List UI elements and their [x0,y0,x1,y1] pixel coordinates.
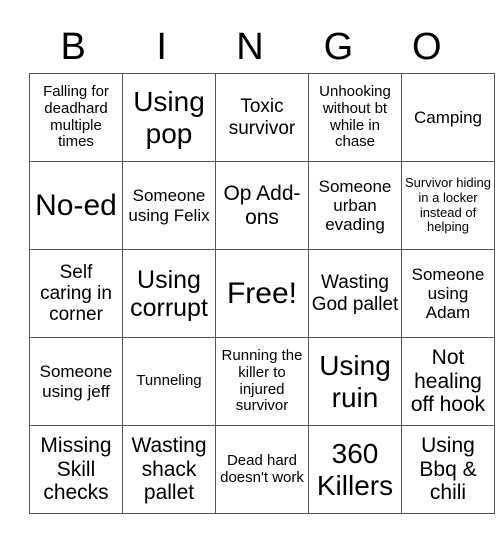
bingo-cell[interactable]: Using Bbq & chili [401,425,495,514]
bingo-header: B I N G O [29,22,471,72]
bingo-cell[interactable]: Camping [401,73,495,162]
bingo-cell[interactable]: Someone using Adam [401,249,495,338]
bingo-cell[interactable]: Toxic survivor [215,73,309,162]
board-row: Someone using jeff Tunneling Running the… [29,337,495,426]
bingo-cell[interactable]: Someone using Felix [122,161,216,250]
bingo-cell[interactable]: Using ruin [308,337,402,426]
header-letter-g: G [323,26,354,68]
board-row: Self caring in corner Using corrupt Free… [29,249,495,338]
bingo-cell[interactable]: Unhooking without bt while in chase [308,73,402,162]
bingo-board: Falling for deadhard multiple times Usin… [29,73,495,514]
header-letter-n: N [236,26,264,68]
bingo-cell[interactable]: Missing Skill checks [29,425,123,514]
board-row: Missing Skill checks Wasting shack palle… [29,425,495,514]
bingo-cell[interactable]: Survivor hiding in a locker instead of h… [401,161,495,250]
bingo-cell[interactable]: Wasting shack pallet [122,425,216,514]
header-letter-i: I [156,26,167,68]
bingo-cell[interactable]: Running the killer to injured survivor [215,337,309,426]
bingo-cell[interactable]: No-ed [29,161,123,250]
bingo-cell[interactable]: Dead hard doesn't work [215,425,309,514]
bingo-cell[interactable]: Wasting God pallet [308,249,402,338]
bingo-cell[interactable]: Self caring in corner [29,249,123,338]
board-row: Falling for deadhard multiple times Usin… [29,73,495,162]
header-letter-b: B [60,26,86,68]
bingo-cell[interactable]: Using corrupt [122,249,216,338]
bingo-cell[interactable]: Not healing off hook [401,337,495,426]
bingo-cell[interactable]: Using pop [122,73,216,162]
bingo-cell[interactable]: 360 Killers [308,425,402,514]
header-letter-o: O [412,26,442,68]
bingo-cell[interactable]: Tunneling [122,337,216,426]
free-space-cell[interactable]: Free! [215,249,309,338]
bingo-cell[interactable]: Falling for deadhard multiple times [29,73,123,162]
bingo-cell[interactable]: Op Add-ons [215,161,309,250]
board-row: No-ed Someone using Felix Op Add-ons Som… [29,161,495,250]
bingo-cell[interactable]: Someone using jeff [29,337,123,426]
bingo-cell[interactable]: Someone urban evading [308,161,402,250]
